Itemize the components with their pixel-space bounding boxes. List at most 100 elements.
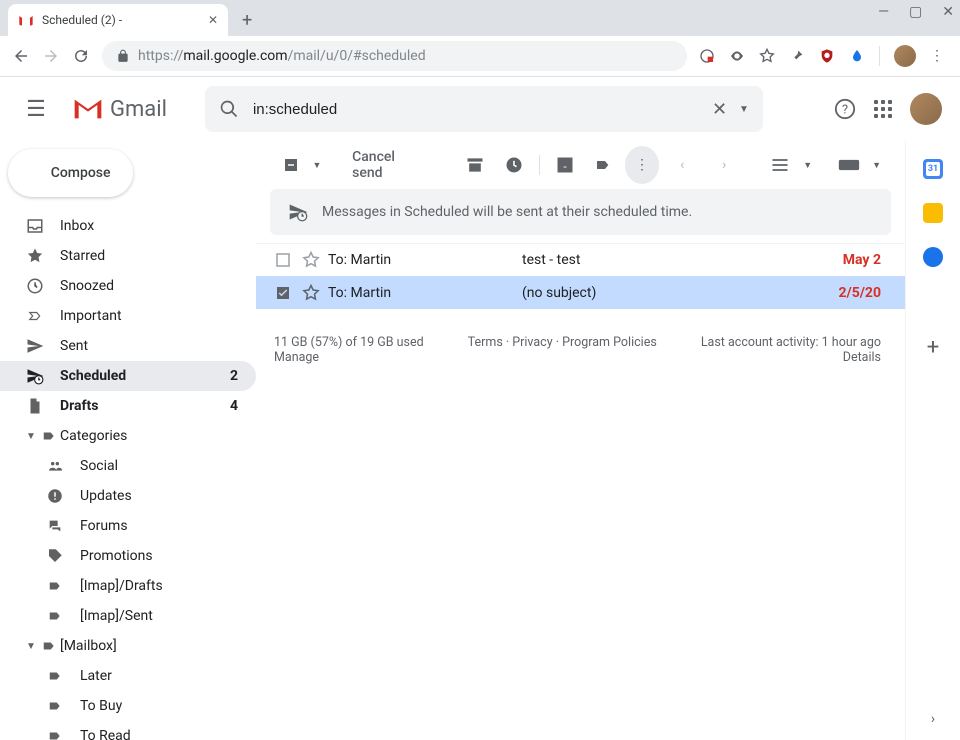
label-icon: [46, 729, 80, 740]
input-tools-icon[interactable]: [830, 146, 868, 184]
account-avatar[interactable]: [910, 93, 942, 125]
menu-icon[interactable]: ☰: [12, 97, 60, 122]
mail-row[interactable]: To: Martin test - test May 2: [256, 243, 905, 276]
close-window-icon[interactable]: ✕: [942, 4, 954, 20]
address-bar[interactable]: https://mail.google.com/mail/u/0/#schedu…: [102, 41, 687, 71]
activity-text: Last account activity: 1 hour ago: [701, 335, 881, 350]
gmail-logo[interactable]: Gmail: [72, 97, 167, 122]
chrome-menu-icon[interactable]: ⋮: [930, 48, 944, 64]
row-checkbox[interactable]: [274, 251, 302, 269]
search-icon[interactable]: [219, 99, 239, 119]
sidebar-item-later[interactable]: Later: [0, 661, 256, 691]
search-box[interactable]: ✕ ▼: [205, 86, 763, 132]
ext-drop-icon[interactable]: [849, 48, 865, 64]
reload-icon[interactable]: [72, 47, 94, 65]
search-options-icon[interactable]: ▼: [739, 104, 749, 115]
sidebar-item-mailbox[interactable]: ▼[Mailbox]: [0, 631, 256, 661]
density-icon[interactable]: [761, 146, 799, 184]
browser-tab[interactable]: Scheduled (2) - ✕: [8, 4, 228, 36]
translate-icon[interactable]: [699, 48, 715, 64]
footer: 11 GB (57%) of 19 GB used Manage Terms ·…: [256, 309, 905, 365]
older-icon: ‹: [663, 146, 701, 184]
sidebar-item-promotions[interactable]: Promotions: [0, 541, 256, 571]
clock-icon: [26, 277, 60, 295]
sidebar-item-starred[interactable]: Starred: [0, 241, 256, 271]
close-tab-icon[interactable]: ✕: [208, 13, 218, 27]
sidebar-item-drafts[interactable]: Drafts4: [0, 391, 256, 421]
snooze-icon[interactable]: [496, 146, 530, 184]
row-from: To: Martin: [328, 285, 522, 301]
scheduled-icon: [288, 202, 308, 222]
gmail-favicon: [18, 12, 34, 28]
sidebar-item-sent[interactable]: Sent: [0, 331, 256, 361]
social-icon: [46, 459, 80, 473]
details-link[interactable]: Details: [843, 350, 881, 365]
sent-icon: [26, 337, 60, 355]
new-tab-button[interactable]: +: [228, 4, 266, 36]
url-text: https://mail.google.com/mail/u/0/#schedu…: [138, 48, 426, 64]
forums-icon: [46, 518, 80, 534]
compose-button[interactable]: + Compose: [8, 149, 133, 197]
move-to-inbox-icon[interactable]: [548, 146, 582, 184]
support-icon[interactable]: ?: [834, 98, 856, 120]
sidebar-item-snoozed[interactable]: Snoozed: [0, 271, 256, 301]
sidebar-item-scheduled[interactable]: Scheduled2: [0, 361, 256, 391]
profile-avatar-small[interactable]: [894, 45, 916, 67]
label-icon: [46, 669, 80, 683]
sidebar-item-forums[interactable]: Forums: [0, 511, 256, 541]
sidebar-item-social[interactable]: Social: [0, 451, 256, 481]
terms-link[interactable]: Terms: [468, 335, 503, 350]
sidebar-item-categories[interactable]: ▼Categories: [0, 421, 256, 451]
archive-icon[interactable]: [458, 146, 492, 184]
apps-grid-icon[interactable]: [874, 100, 892, 118]
label-icon: [46, 609, 80, 623]
sidebar-item-imap-sent[interactable]: [Imap]/Sent: [0, 601, 256, 631]
storage-text: 11 GB (57%) of 19 GB used: [274, 335, 424, 350]
labels-icon[interactable]: [586, 146, 620, 184]
sidebar-item-inbox[interactable]: Inbox: [0, 211, 256, 241]
chevron-down-icon[interactable]: ▼: [26, 431, 40, 442]
ublock-icon[interactable]: [819, 48, 835, 64]
mail-row[interactable]: To: Martin (no subject) 2/5/20: [256, 276, 905, 309]
tab-title: Scheduled (2) -: [42, 13, 122, 27]
sidebar-item-toread[interactable]: To Read: [0, 721, 256, 740]
tasks-addon-icon[interactable]: [923, 247, 943, 267]
sidebar-item-tobuy[interactable]: To Buy: [0, 691, 256, 721]
label-icon: [46, 699, 80, 713]
star-nav-icon: [26, 247, 60, 265]
back-icon[interactable]: [12, 47, 34, 65]
minimize-icon[interactable]: —: [878, 4, 889, 20]
row-date: May 2: [843, 252, 881, 268]
star-icon[interactable]: [759, 48, 775, 64]
maximize-icon[interactable]: ▢: [909, 4, 922, 20]
privacy-link[interactable]: Privacy: [512, 335, 552, 350]
ext-pin-icon[interactable]: [789, 48, 805, 64]
toolbar: ▼ Cancel send ⋮ ‹ › ▼ ▼: [256, 141, 905, 189]
more-menu-icon[interactable]: ⋮: [625, 146, 659, 184]
clear-search-icon[interactable]: ✕: [712, 99, 727, 120]
row-star-icon[interactable]: [302, 284, 328, 302]
add-addon-icon[interactable]: +: [927, 335, 939, 360]
row-subject: test - test: [522, 252, 843, 268]
ext-eye-icon[interactable]: [729, 48, 745, 64]
label-icon: [40, 639, 60, 653]
row-star-icon[interactable]: [302, 251, 328, 269]
calendar-addon-icon[interactable]: 31: [923, 159, 943, 179]
chevron-down-icon[interactable]: ▼: [26, 641, 40, 652]
collapse-sidepanel-icon[interactable]: ›: [931, 711, 935, 727]
manage-link[interactable]: Manage: [274, 350, 319, 365]
forward-icon: [42, 47, 64, 65]
policies-link[interactable]: Program Policies: [562, 335, 657, 350]
select-dropdown-icon[interactable]: ▼: [312, 160, 321, 171]
keep-addon-icon[interactable]: [923, 203, 943, 223]
search-input[interactable]: [251, 100, 700, 119]
sidebar-item-imap-drafts[interactable]: [Imap]/Drafts: [0, 571, 256, 601]
sidebar-item-important[interactable]: Important: [0, 301, 256, 331]
row-checkbox[interactable]: [274, 284, 302, 302]
select-checkbox[interactable]: [274, 146, 308, 184]
row-from: To: Martin: [328, 252, 522, 268]
sidebar-item-updates[interactable]: Updates: [0, 481, 256, 511]
cancel-send-button[interactable]: Cancel send: [342, 149, 432, 181]
scheduled-icon: [26, 367, 60, 385]
promotions-icon: [46, 547, 80, 565]
